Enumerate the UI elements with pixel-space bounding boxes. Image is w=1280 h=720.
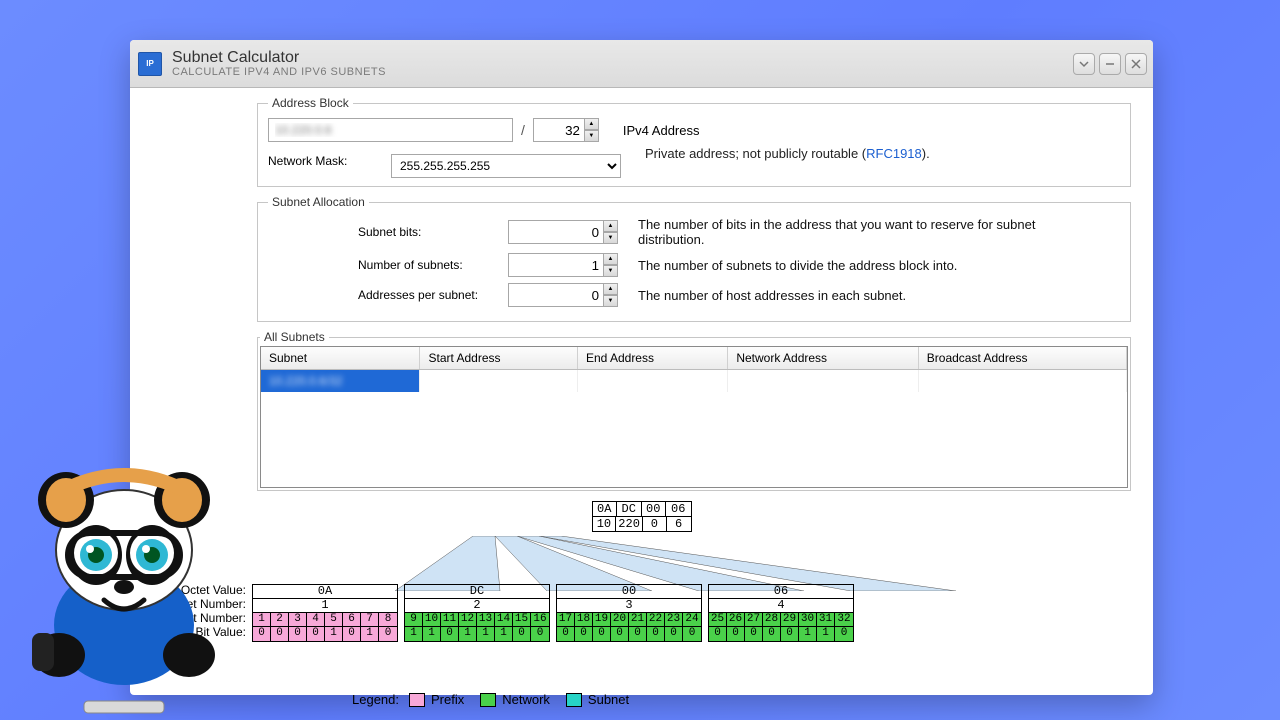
subnet-allocation-group: Subnet Allocation Subnet bits:▲▼The numb… [257, 195, 1131, 322]
netmask-label: Network Mask: [268, 154, 383, 168]
address-block-group: Address Block / ▲ ▼ IPv4 Address Network… [257, 96, 1131, 187]
legend-swatch-subnet [566, 693, 582, 707]
alloc-label-0: Subnet bits: [358, 225, 508, 239]
address-description: Private address; not publicly routable (… [645, 146, 930, 161]
all-subnets-legend: All Subnets [260, 330, 329, 344]
octet-1: 0A11234567800001010 [252, 584, 398, 642]
col-subnet[interactable]: Subnet [261, 347, 420, 370]
legend-text-prefix: Prefix [431, 692, 464, 707]
window-title: Subnet Calculator [172, 49, 1073, 67]
alloc-desc-0: The number of bits in the address that y… [638, 217, 1068, 247]
alloc-input-1[interactable] [508, 253, 604, 277]
alloc-input-2[interactable] [508, 283, 604, 307]
col-end-address[interactable]: End Address [577, 347, 727, 370]
cidr-down[interactable]: ▼ [585, 130, 599, 142]
alloc-down-1[interactable]: ▼ [604, 265, 618, 277]
subnets-table-host: SubnetStart AddressEnd AddressNetwork Ad… [260, 346, 1128, 488]
legend-text-network: Network [502, 692, 550, 707]
alloc-down-0[interactable]: ▼ [604, 232, 618, 244]
subnets-table: SubnetStart AddressEnd AddressNetwork Ad… [261, 347, 1127, 392]
cidr-slash: / [521, 122, 525, 138]
content: Address Block / ▲ ▼ IPv4 Address Network… [130, 88, 1153, 695]
subnet-allocation-legend: Subnet Allocation [268, 195, 369, 209]
address-block-legend: Address Block [268, 96, 353, 110]
help-button[interactable] [1073, 53, 1095, 75]
all-subnets-group: All Subnets SubnetStart AddressEnd Addre… [257, 330, 1131, 491]
alloc-down-2[interactable]: ▼ [604, 295, 618, 307]
table-row[interactable]: 10.220.0.6/3210.220.0.710.220.0.610.220.… [261, 370, 1127, 393]
bit-diagram: Octet Value: Octet Number: Bit Number: B… [142, 536, 1141, 686]
close-button[interactable] [1125, 53, 1147, 75]
octet-2: DC291011121314151611011100 [404, 584, 550, 642]
legend-swatch-prefix [409, 693, 425, 707]
col-network-address[interactable]: Network Address [728, 347, 918, 370]
diagram-row-labels: Octet Value: Octet Number: Bit Number: B… [142, 583, 252, 639]
alloc-desc-2: The number of host addresses in each sub… [638, 288, 906, 303]
alloc-input-0[interactable] [508, 220, 604, 244]
ip-input[interactable] [268, 118, 513, 142]
col-broadcast-address[interactable]: Broadcast Address [918, 347, 1126, 370]
app-icon: IP [138, 52, 162, 76]
legend-label: Legend: [352, 692, 399, 707]
minimize-button[interactable] [1099, 53, 1121, 75]
cidr-up[interactable]: ▲ [585, 118, 599, 130]
legend-text-subnet: Subnet [588, 692, 629, 707]
alloc-desc-1: The number of subnets to divide the addr… [638, 258, 957, 273]
legend-swatch-network [480, 693, 496, 707]
alloc-up-0[interactable]: ▲ [604, 220, 618, 232]
titlebar: IP Subnet Calculator CALCULATE IPV4 AND … [130, 40, 1153, 88]
alloc-up-2[interactable]: ▲ [604, 283, 618, 295]
octet-4: 064252627282930313200000110 [708, 584, 854, 642]
netmask-select[interactable]: 255.255.255.255 [391, 154, 621, 178]
alloc-up-1[interactable]: ▲ [604, 253, 618, 265]
alloc-label-2: Addresses per subnet: [358, 288, 508, 302]
app-window: IP Subnet Calculator CALCULATE IPV4 AND … [130, 40, 1153, 695]
rfc-link[interactable]: RFC1918 [866, 146, 922, 161]
window-subtitle: CALCULATE IPV4 AND IPV6 SUBNETS [172, 66, 1073, 78]
alloc-label-1: Number of subnets: [358, 258, 508, 272]
legend: Legend: Prefix Network Subnet [352, 692, 1141, 707]
cidr-input[interactable] [533, 118, 585, 142]
col-start-address[interactable]: Start Address [420, 347, 577, 370]
octet-3: 003171819202122232400000000 [556, 584, 702, 642]
hex-dec-summary: 0ADC0006 1022006 [592, 501, 692, 532]
